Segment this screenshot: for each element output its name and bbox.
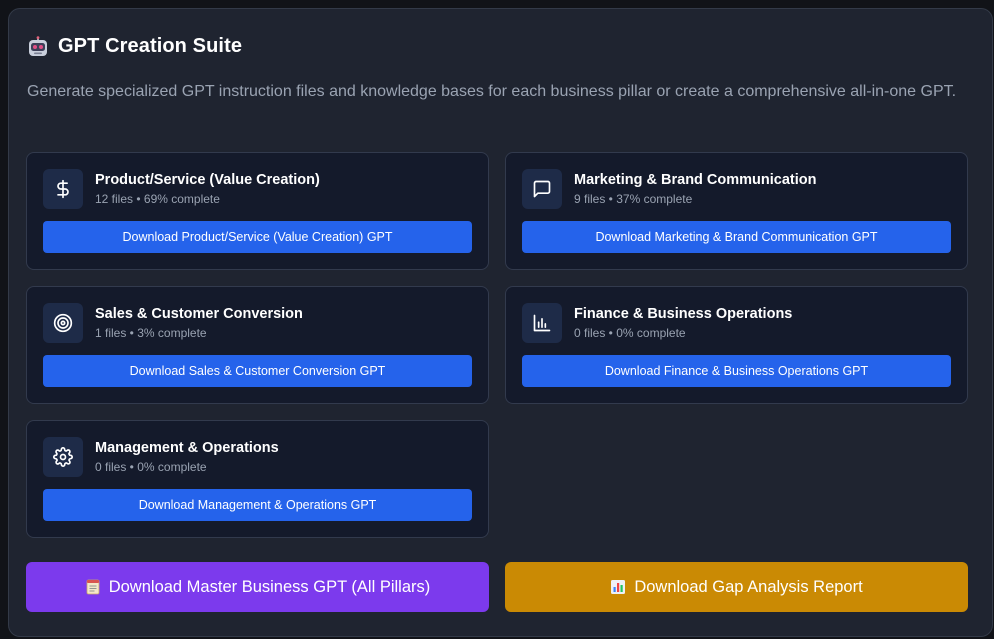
card-icon-wrapper [522, 169, 562, 209]
download-marketing-brand-gpt-button[interactable]: Download Marketing & Brand Communication… [522, 221, 951, 253]
pillar-card-marketing-brand: Marketing & Brand Communication 9 files … [505, 152, 968, 270]
card-title: Marketing & Brand Communication [574, 172, 817, 188]
dollar-icon [57, 179, 69, 199]
message-square-icon [533, 180, 551, 198]
card-title: Management & Operations [95, 440, 279, 456]
card-meta: 12 files • 69% complete [95, 192, 220, 206]
download-master-gpt-button[interactable]: Download Master Business GPT (All Pillar… [26, 562, 489, 612]
pillar-card-finance-operations: Finance & Business Operations 0 files • … [505, 286, 968, 404]
card-meta: 0 files • 0% complete [95, 460, 207, 474]
bar-chart-icon [533, 314, 551, 332]
pillar-card-sales-conversion: Sales & Customer Conversion 1 files • 3%… [26, 286, 489, 404]
card-icon-wrapper [522, 303, 562, 343]
gpt-creation-panel: GPT Creation Suite Generate specialized … [8, 8, 993, 637]
bar-chart-icon [611, 580, 626, 594]
robot-icon [29, 35, 47, 56]
gap-button-label: Download Gap Analysis Report [634, 577, 863, 596]
download-management-operations-gpt-button[interactable]: Download Management & Operations GPT [43, 489, 472, 521]
card-title: Finance & Business Operations [574, 306, 793, 322]
card-icon-wrapper [43, 169, 83, 209]
target-icon [53, 313, 73, 333]
download-sales-conversion-gpt-button[interactable]: Download Sales & Customer Conversion GPT [43, 355, 472, 387]
pillar-card-management-operations: Management & Operations 0 files • 0% com… [26, 420, 489, 538]
card-title: Sales & Customer Conversion [95, 306, 303, 322]
card-meta: 0 files • 0% complete [574, 326, 686, 340]
notepad-icon [86, 579, 100, 595]
gear-icon [53, 447, 73, 467]
page-title: GPT Creation Suite [58, 35, 243, 57]
download-gap-analysis-button[interactable]: Download Gap Analysis Report [505, 562, 968, 612]
download-product-service-gpt-button[interactable]: Download Product/Service (Value Creation… [43, 221, 472, 253]
pillar-card-product-service: Product/Service (Value Creation) 12 file… [26, 152, 489, 270]
page-subtitle: Generate specialized GPT instruction fil… [27, 83, 957, 100]
master-button-label: Download Master Business GPT (All Pillar… [108, 577, 431, 596]
panel-header: GPT Creation Suite [27, 35, 242, 58]
card-meta: 9 files • 37% complete [574, 192, 693, 206]
download-finance-operations-gpt-button[interactable]: Download Finance & Business Operations G… [522, 355, 951, 387]
card-meta: 1 files • 3% complete [95, 326, 207, 340]
card-icon-wrapper [43, 303, 83, 343]
card-icon-wrapper [43, 437, 83, 477]
card-title: Product/Service (Value Creation) [95, 172, 320, 188]
